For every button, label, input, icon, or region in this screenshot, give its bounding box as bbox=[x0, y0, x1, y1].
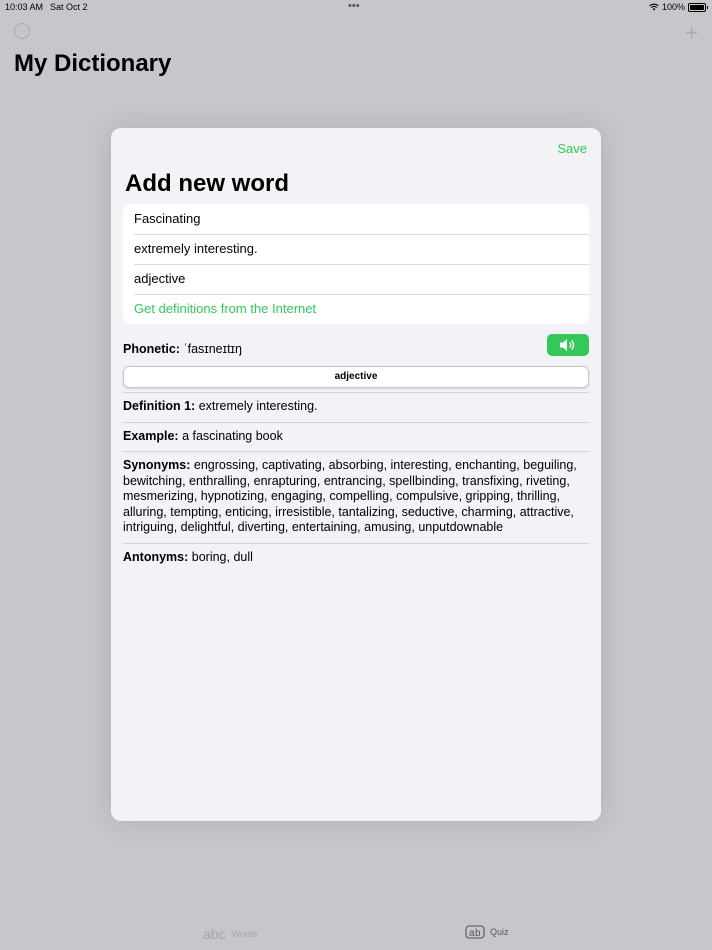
word-form: Fascinating extremely interesting. adjec… bbox=[123, 204, 589, 324]
status-right: 100% bbox=[649, 2, 708, 12]
tab-quiz[interactable]: a b Quiz bbox=[465, 924, 509, 940]
quiz-icon: a b bbox=[465, 925, 485, 939]
status-date: Sat Oct 2 bbox=[50, 2, 88, 12]
example-item: Example: a fascinating book bbox=[123, 421, 589, 452]
tab-bar: abc Words a b Quiz bbox=[0, 918, 712, 950]
part-of-speech-field[interactable]: adjective bbox=[123, 264, 589, 294]
status-time: 10:03 AM bbox=[5, 2, 44, 12]
phonetic-label: Phonetic: bbox=[123, 342, 180, 356]
tab-words-label: Words bbox=[231, 929, 258, 939]
phonetic-value: ˈfasɪneɪtɪŋ bbox=[183, 342, 242, 356]
definition-text: extremely interesting. bbox=[198, 399, 318, 413]
battery-percent: 100% bbox=[661, 2, 685, 12]
phonetic-row: Phonetic: ˈfasɪneɪtɪŋ bbox=[123, 342, 242, 356]
get-definitions-link[interactable]: Get definitions from the Internet bbox=[123, 294, 589, 324]
part-of-speech-segment[interactable]: adjective bbox=[123, 366, 589, 388]
sheet-title: Add new word bbox=[125, 170, 289, 197]
page-title: My Dictionary bbox=[14, 50, 172, 77]
synonyms-item: Synonyms: engrossing, captivating, absor… bbox=[123, 451, 589, 543]
antonyms-item: Antonyms: boring, dull bbox=[123, 542, 589, 573]
word-details: Definition 1: extremely interesting. Exa… bbox=[123, 392, 589, 572]
add-word-sheet: Save Add new word Fascinating extremely … bbox=[111, 128, 601, 821]
antonyms-text: boring, dull bbox=[191, 549, 253, 564]
antonyms-label: Antonyms: bbox=[123, 549, 189, 564]
speaker-icon bbox=[560, 339, 575, 351]
example-label: Example: bbox=[123, 428, 179, 443]
multitasking-dots[interactable]: ••• bbox=[348, 0, 360, 12]
synonyms-label: Synonyms: bbox=[123, 458, 191, 472]
synonyms-text: engrossing, captivating, absorbing, inte… bbox=[123, 458, 577, 534]
more-options-icon[interactable]: ··· bbox=[14, 23, 30, 39]
wifi-icon bbox=[649, 3, 659, 11]
battery-icon bbox=[688, 2, 708, 12]
tab-quiz-label: Quiz bbox=[490, 927, 509, 937]
definition-field[interactable]: extremely interesting. bbox=[123, 234, 589, 264]
example-text: a fascinating book bbox=[182, 428, 283, 443]
add-icon[interactable]: + bbox=[685, 20, 698, 46]
pronounce-button[interactable] bbox=[547, 334, 589, 356]
tab-words[interactable]: abc Words bbox=[203, 926, 257, 942]
definition-label: Definition 1: bbox=[123, 399, 196, 413]
save-button[interactable]: Save bbox=[557, 141, 587, 156]
status-bar: 10:03 AM Sat Oct 2 ••• 100% bbox=[0, 0, 712, 16]
abc-icon: abc bbox=[203, 926, 226, 942]
svg-text:b: b bbox=[475, 928, 481, 939]
word-field[interactable]: Fascinating bbox=[123, 204, 589, 234]
definition-item: Definition 1: extremely interesting. bbox=[123, 392, 589, 422]
